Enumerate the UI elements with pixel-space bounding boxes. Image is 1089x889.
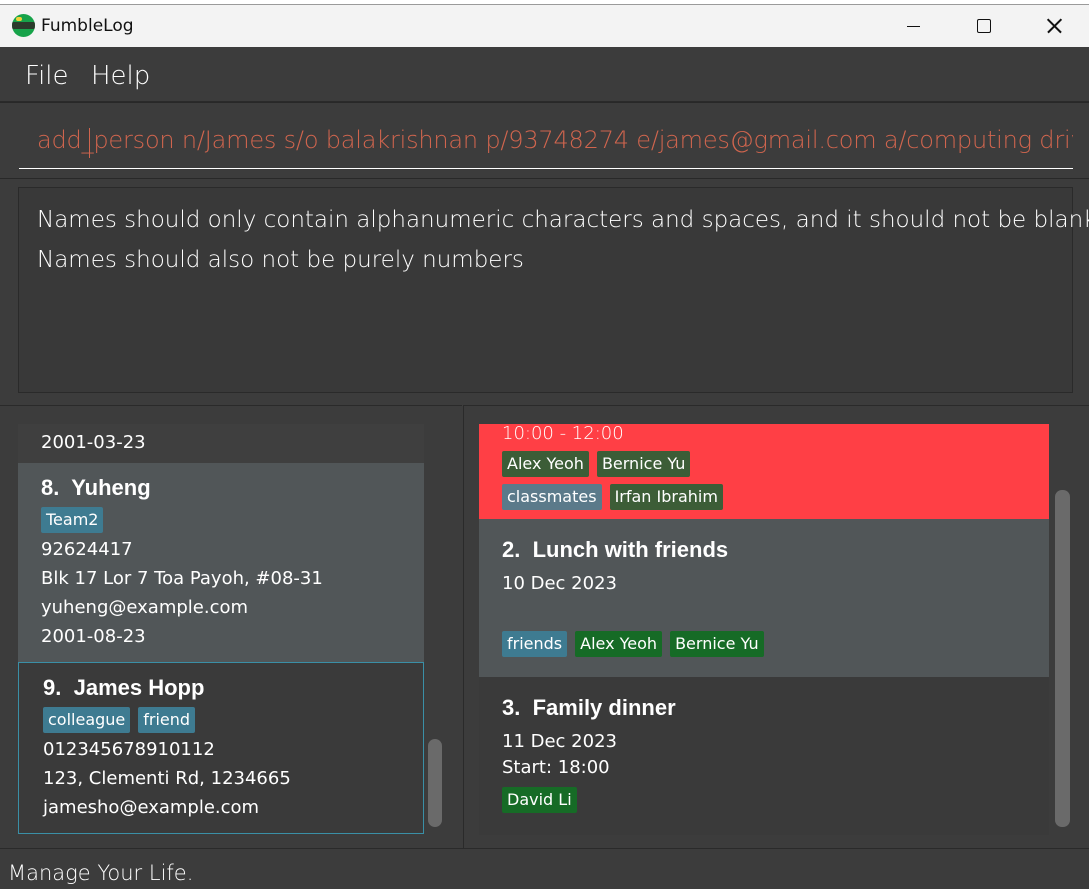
- window-title: FumbleLog: [41, 16, 134, 36]
- event-tags: friends Alex Yeoh Bernice Yu: [502, 631, 1026, 657]
- person-name: 8. Yuheng: [41, 475, 151, 500]
- event-tags: David Li: [502, 787, 1026, 813]
- event-tags: Alex Yeoh Bernice Yu: [502, 451, 1026, 484]
- tag: Alex Yeoh: [575, 631, 663, 657]
- person-tags: Team2: [41, 507, 401, 535]
- tag: friends: [502, 631, 568, 657]
- person-email: yuheng@example.com: [41, 597, 249, 618]
- text-caret: [89, 128, 90, 158]
- event-card-partial[interactable]: 10:00 - 12:00 Alex Yeoh Bernice Yu classm…: [479, 424, 1049, 519]
- event-list-panel: 10:00 - 12:00 Alex Yeoh Bernice Yu classm…: [463, 405, 1089, 848]
- tag: Irfan Ibrahim: [609, 484, 723, 510]
- event-date: 10 Dec 2023: [502, 573, 617, 594]
- close-icon[interactable]: [1031, 5, 1077, 47]
- person-name: 9. James Hopp: [43, 675, 205, 700]
- command-input[interactable]: add_person n/James s/o balakrishnan p/93…: [19, 115, 1073, 169]
- person-address: 123, Clementi Rd, 1234665: [43, 768, 291, 789]
- person-phone: 92624417: [41, 539, 133, 560]
- result-area: Names should only contain alphanumeric c…: [0, 180, 1089, 405]
- event-date: 11 Dec 2023: [502, 731, 617, 752]
- person-card-selected[interactable]: 9. James Hopp colleague friend 0123456789…: [18, 662, 424, 834]
- title-bar: FumbleLog: [0, 5, 1089, 47]
- maximize-icon[interactable]: [960, 5, 1006, 47]
- person-tags: colleague friend: [43, 707, 399, 735]
- person-card-partial[interactable]: 2001-03-23: [18, 424, 424, 463]
- command-area: add_person n/James s/o balakrishnan p/93…: [0, 102, 1089, 179]
- menu-bar: File Help: [0, 47, 1089, 102]
- tag: Bernice Yu: [670, 631, 764, 657]
- menu-file[interactable]: File: [25, 61, 69, 91]
- person-birthday: 2001-03-23: [41, 432, 146, 453]
- fumblelog-app-icon: [12, 14, 35, 37]
- person-list-scrollbar[interactable]: [428, 739, 442, 827]
- event-card[interactable]: 2. Lunch with friends 10 Dec 2023 friend…: [479, 519, 1049, 677]
- event-name: 2. Lunch with friends: [502, 537, 729, 562]
- app-window: FumbleLog File Help add_person n/James s…: [0, 4, 1089, 889]
- minimize-icon[interactable]: [890, 5, 936, 47]
- event-tags: classmates Irfan Ibrahim: [502, 484, 1026, 512]
- person-list-panel: 2001-03-23 8. Yuheng Team2 92624417 Blk …: [0, 405, 462, 848]
- tag: Alex Yeoh: [502, 451, 589, 477]
- result-line-2: Names should also not be purely numbers: [37, 247, 524, 273]
- person-phone: 012345678910112: [43, 739, 215, 760]
- person-card[interactable]: 8. Yuheng Team2 92624417 Blk 17 Lor 7 To…: [18, 463, 424, 662]
- tag: friend: [138, 707, 196, 733]
- tag: David Li: [502, 787, 577, 813]
- event-name: 3. Family dinner: [502, 695, 676, 720]
- tag: Team2: [41, 507, 104, 533]
- tag: Bernice Yu: [596, 451, 691, 477]
- tag: colleague: [43, 707, 131, 733]
- event-time: 10:00 - 12:00: [502, 424, 624, 444]
- command-input-text: add_person n/James s/o balakrishnan p/93…: [37, 126, 1073, 154]
- person-birthday: 2001-08-23: [41, 626, 146, 647]
- result-line-1: Names should only contain alphanumeric c…: [37, 207, 1089, 233]
- event-list-scrollbar[interactable]: [1055, 490, 1070, 827]
- event-list[interactable]: 10:00 - 12:00 Alex Yeoh Bernice Yu classm…: [479, 424, 1049, 835]
- person-list[interactable]: 2001-03-23 8. Yuheng Team2 92624417 Blk …: [18, 424, 424, 835]
- person-address: Blk 17 Lor 7 Toa Payoh, #08-31: [41, 568, 323, 589]
- result-display: Names should only contain alphanumeric c…: [18, 187, 1089, 393]
- status-text: Manage Your Life.: [8, 861, 194, 885]
- status-bar: Manage Your Life.: [0, 848, 1089, 889]
- event-start-time: Start: 18:00: [502, 757, 610, 778]
- menu-help[interactable]: Help: [91, 61, 150, 91]
- tag: classmates: [502, 484, 602, 510]
- person-email: jamesho@example.com: [43, 797, 260, 818]
- event-card[interactable]: 3. Family dinner 11 Dec 2023 Start: 18:0…: [479, 677, 1049, 835]
